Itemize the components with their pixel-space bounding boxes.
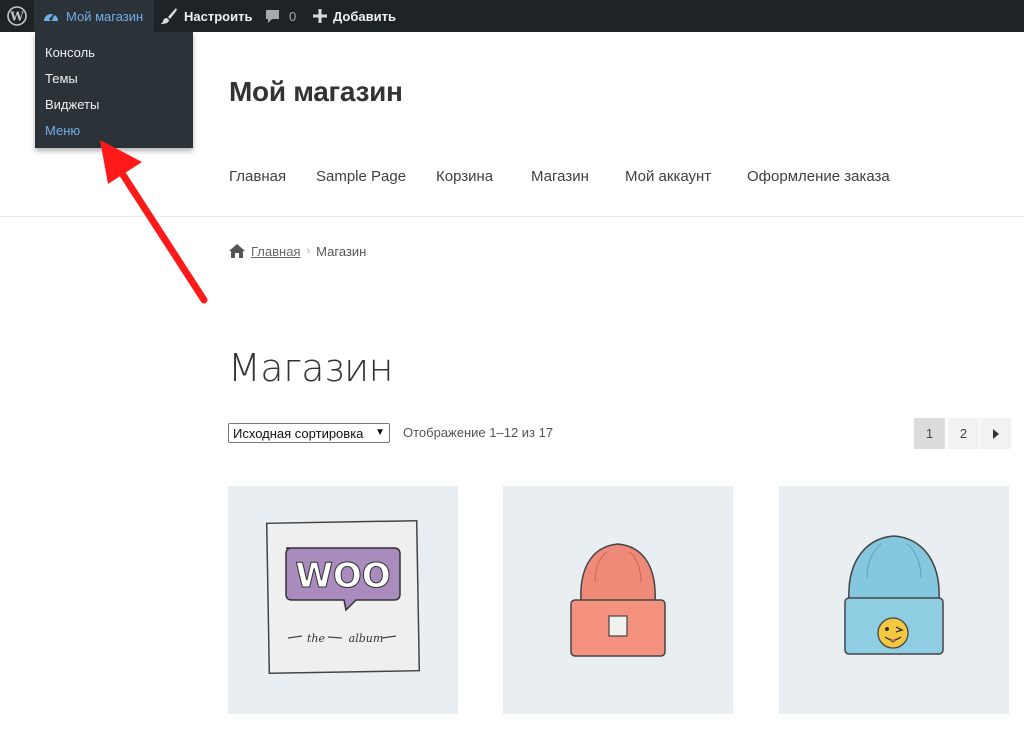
svg-text:W: W xyxy=(9,10,24,24)
result-count: Отображение 1–12 из 17 xyxy=(403,425,554,440)
nav-item-cart[interactable]: Корзина xyxy=(436,168,493,185)
pagination-page-1[interactable]: 1 xyxy=(914,418,945,449)
annotation-arrow-icon xyxy=(100,140,208,304)
customize-button[interactable]: Настроить xyxy=(160,0,252,32)
nav-item-home[interactable]: Главная xyxy=(229,168,286,185)
chevron-down-icon: ▼ xyxy=(375,427,385,438)
comments-count: 0 xyxy=(289,8,297,24)
menu-item-themes[interactable]: Темы xyxy=(35,66,193,92)
add-new-button[interactable]: Добавить xyxy=(313,0,396,32)
site-name-label: Мой магазин xyxy=(66,8,144,24)
menu-item-dashboard[interactable]: Консоль xyxy=(35,40,193,66)
paintbrush-icon xyxy=(161,8,177,24)
product-card-beanie-with-logo[interactable] xyxy=(779,486,1009,714)
plus-icon xyxy=(313,9,327,23)
album-album-text: album xyxy=(349,632,384,645)
comments-button[interactable]: 0 xyxy=(264,0,296,32)
album-the-text: the xyxy=(307,632,326,645)
orange-beanie-image xyxy=(570,543,666,657)
nav-item-sample-page[interactable]: Sample Page xyxy=(316,168,406,185)
wordpress-logo-button[interactable]: W xyxy=(0,0,34,32)
site-title[interactable]: Мой магазин xyxy=(229,76,403,108)
blue-beanie-with-smiley-image xyxy=(844,535,944,655)
sort-order-select[interactable]: Исходная сортировка ▼ xyxy=(228,423,390,443)
page-title: Магазин xyxy=(228,346,393,390)
album-woo-text: WOO xyxy=(295,556,390,596)
nav-item-checkout[interactable]: Оформление заказа xyxy=(747,168,890,185)
pagination-next-button[interactable] xyxy=(980,418,1011,449)
pagination-page-2[interactable]: 2 xyxy=(948,418,979,449)
sort-order-value: Исходная сортировка xyxy=(233,425,364,441)
product-card-beanie[interactable] xyxy=(503,486,733,714)
breadcrumb-separator-icon: › xyxy=(306,245,311,257)
arrow-right-icon xyxy=(992,428,999,439)
menu-item-widgets[interactable]: Виджеты xyxy=(35,92,193,118)
breadcrumb-current: Магазин xyxy=(316,243,367,259)
wordpress-logo-icon: W xyxy=(7,6,27,26)
admin-bar: W Мой магазин Настроить 0 Добавить xyxy=(0,0,1024,32)
dashboard-gauge-icon xyxy=(44,13,58,21)
site-name-menu[interactable]: Мой магазин xyxy=(34,0,154,32)
woo-album-cover-image: WOO the album xyxy=(265,519,421,675)
nav-item-shop[interactable]: Магазин xyxy=(531,168,589,185)
breadcrumb: Главная › Магазин xyxy=(229,242,366,260)
comment-bubble-icon xyxy=(266,9,279,23)
product-card-album[interactable]: WOO the album xyxy=(228,486,458,714)
add-new-label: Добавить xyxy=(333,8,396,24)
nav-item-my-account[interactable]: Мой аккаунт xyxy=(625,168,711,185)
breadcrumb-home-link[interactable]: Главная xyxy=(251,244,300,259)
home-icon xyxy=(229,244,245,258)
customize-label: Настроить xyxy=(184,8,253,24)
